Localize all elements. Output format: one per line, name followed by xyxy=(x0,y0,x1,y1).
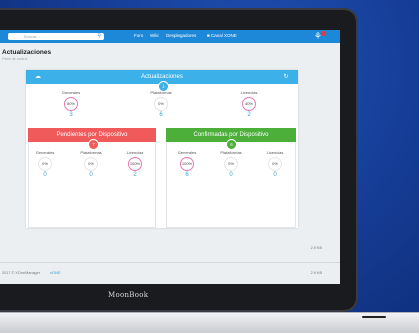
stat-circle: 40% xyxy=(242,97,256,111)
stat-count[interactable]: 3 xyxy=(46,112,96,118)
refresh-icon[interactable]: ↻ xyxy=(282,73,290,81)
stat-circle: 100% xyxy=(128,157,142,171)
footer-logo[interactable]: xONE xyxy=(50,270,61,275)
search-placeholder: Buscar... xyxy=(24,34,40,39)
page-title: Actualizaciones xyxy=(2,49,52,56)
nav-link-desplegadores[interactable]: Desplegadores xyxy=(166,33,196,38)
stat-label: Licencias xyxy=(266,150,284,155)
stat-count[interactable]: 0 xyxy=(20,172,70,178)
footer-copyright: 2017 © XOneManager xyxy=(2,271,41,275)
updates-panel-title: Actualizaciones xyxy=(141,74,183,80)
confirmed-stat-generales: Generales 100% 6 xyxy=(162,150,212,178)
stat-label: Generales xyxy=(35,150,55,155)
updates-panel: ☁ Actualizaciones ↻ ⇩ Generales 80% 3 Pl… xyxy=(26,70,298,228)
page-subtitle: Panel de control xyxy=(2,57,28,61)
confirmed-stat-licencias: Licencias 0% 0 xyxy=(250,150,300,178)
stat-count[interactable]: 2 xyxy=(110,172,160,178)
updates-stat-generales: Generales 80% 3 xyxy=(46,90,96,118)
search-icon[interactable]: ⚲ xyxy=(97,33,101,40)
nav-link-canal-label: Canal XONE xyxy=(210,33,237,38)
stat-circle: 0% xyxy=(38,157,52,171)
stat-count[interactable]: 6 xyxy=(162,172,212,178)
stat-circle: 0% xyxy=(268,157,282,171)
stat-circle: 0% xyxy=(154,97,168,111)
search-input[interactable]: Buscar... ⚲ xyxy=(8,33,104,40)
stat-count[interactable]: 0 xyxy=(206,172,256,178)
footer-size-bottom: 2.9 KB xyxy=(310,271,322,275)
pending-stat-licencias: Licencias 100% 2 xyxy=(110,150,160,178)
nav-link-foro[interactable]: Foro xyxy=(134,33,143,38)
confirmed-stat-plataformas: Plataformas 0% 0 xyxy=(206,150,256,178)
updates-stat-plataformas: Plataformas 0% 6 xyxy=(136,90,186,118)
laptop-base xyxy=(0,312,419,333)
laptop-brand: MoonBook xyxy=(108,291,149,299)
stat-count[interactable]: 6 xyxy=(136,112,186,118)
stat-circle: 80% xyxy=(64,97,78,111)
footer-divider xyxy=(0,262,340,263)
video-icon: ■ xyxy=(207,33,210,38)
stat-label: Generales xyxy=(61,90,81,95)
laptop-notch xyxy=(362,316,386,318)
pending-stat-plataformas: Plataformas 0% 0 xyxy=(66,150,116,178)
footer-size-top: 2.9 KB xyxy=(310,246,322,250)
stat-circle: 0% xyxy=(224,157,238,171)
stat-label: Plataformas xyxy=(80,150,102,155)
pending-stat-generales: Generales 0% 0 xyxy=(20,150,70,178)
stat-label: Plataformas xyxy=(150,90,172,95)
cloud-icon: ☁ xyxy=(35,74,41,80)
stat-label: Licencias xyxy=(126,150,144,155)
stat-count[interactable]: 2 xyxy=(224,112,274,118)
stat-label: Licencias xyxy=(240,90,258,95)
updates-stat-licencias: Licencias 40% 2 xyxy=(224,90,274,118)
stat-count[interactable]: 0 xyxy=(66,172,116,178)
stat-label: Generales xyxy=(177,150,197,155)
top-bar: Buscar... ⚲ Foro Wiki Desplegadores ■ Ca… xyxy=(0,30,340,43)
notification-badge xyxy=(321,31,326,36)
stat-label: Plataformas xyxy=(220,150,242,155)
nav-link-wiki[interactable]: Wiki xyxy=(150,33,159,38)
stat-circle: 100% xyxy=(180,157,194,171)
stat-circle: 0% xyxy=(84,157,98,171)
stat-count[interactable]: 0 xyxy=(250,172,300,178)
nav-link-canal[interactable]: ■ Canal XONE xyxy=(207,33,237,38)
screen: Buscar... ⚲ Foro Wiki Desplegadores ■ Ca… xyxy=(0,30,340,284)
